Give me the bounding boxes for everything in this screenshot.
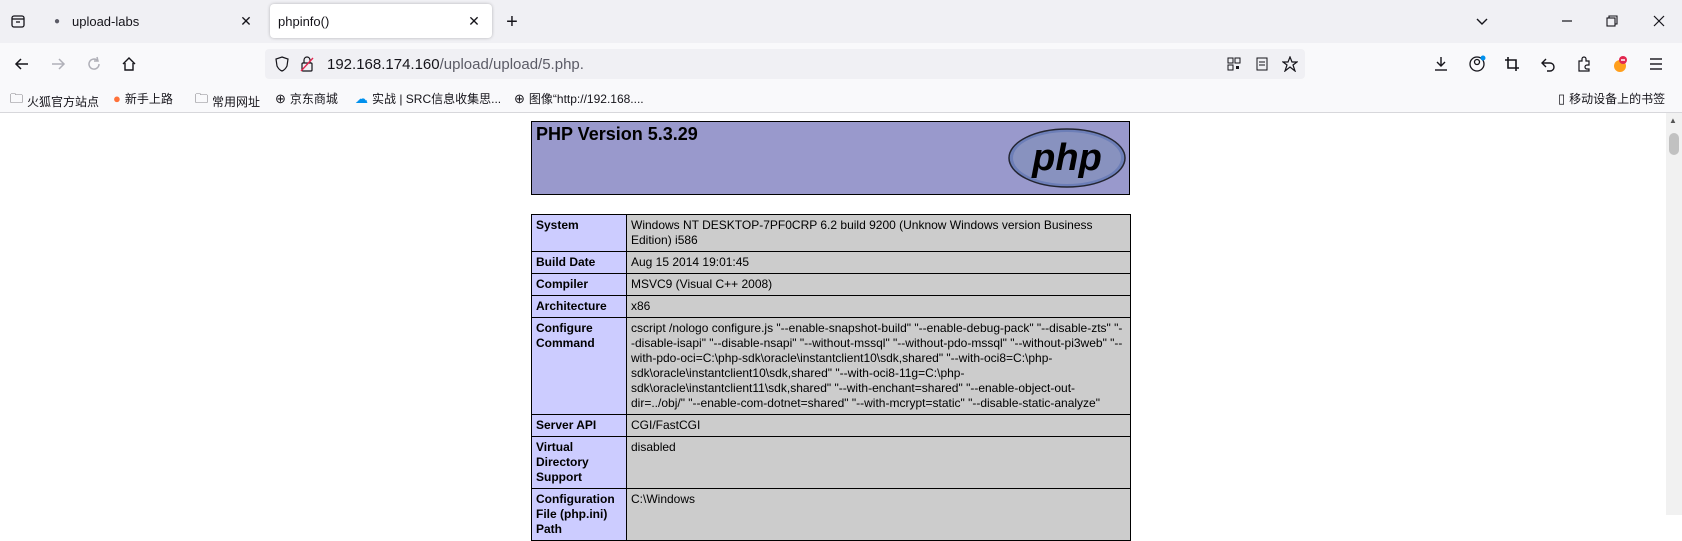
- row-key: Build Date: [531, 251, 627, 274]
- folder-icon: 🗀: [10, 91, 24, 106]
- bookmark-label: 新手上路: [124, 92, 173, 106]
- scroll-up-icon[interactable]: ▲: [1669, 116, 1677, 125]
- bookmark-label: 实战 | SRC信息收集思...: [372, 92, 502, 106]
- back-arrow-icon[interactable]: [8, 50, 36, 78]
- firefox-icon: ●: [113, 91, 121, 106]
- table-row: System Windows NT DESKTOP-7PF0CRP 6.2 bu…: [531, 214, 1131, 252]
- home-icon[interactable]: [115, 50, 143, 78]
- reader-view-icon[interactable]: [1248, 50, 1276, 78]
- close-tab-icon[interactable]: ✕: [464, 11, 484, 31]
- bookmark-item[interactable]: 🗀 火狐官方站点: [10, 90, 99, 112]
- reload-icon[interactable]: [80, 50, 108, 78]
- insecure-lock-icon[interactable]: [293, 50, 321, 78]
- bookmark-label: 火狐官方站点: [27, 94, 100, 109]
- bookmark-item[interactable]: ● 新手上路: [113, 90, 173, 107]
- row-value: cscript /nologo configure.js "--enable-s…: [626, 317, 1131, 415]
- bookmark-item[interactable]: ⊕ 图像“http://192.168....: [514, 90, 644, 107]
- minimize-icon[interactable]: [1553, 7, 1581, 35]
- row-key: Compiler: [531, 273, 627, 296]
- globe-icon: ⊕: [275, 90, 286, 106]
- menu-hamburger-icon[interactable]: [1642, 50, 1670, 78]
- row-key: Virtual Directory Support: [531, 436, 627, 489]
- tab-upload-labs[interactable]: ● upload-labs ✕: [42, 4, 264, 38]
- table-row: Architecture x86: [531, 295, 1131, 318]
- bookmark-label: 常用网址: [212, 94, 261, 109]
- bookmark-label: 图像“http://192.168....: [528, 92, 644, 106]
- table-row: Virtual Directory Support disabled: [531, 436, 1131, 489]
- row-key: Configure Command: [531, 317, 627, 415]
- php-logo[interactable]: php: [1008, 128, 1126, 188]
- row-value: MSVC9 (Visual C++ 2008): [626, 273, 1131, 296]
- account-icon[interactable]: [1463, 50, 1491, 78]
- bookmark-star-icon[interactable]: [1276, 50, 1304, 78]
- bookmark-item[interactable]: ⊕ 京东商城: [275, 90, 338, 107]
- row-value: disabled: [626, 436, 1131, 489]
- extensions-icon[interactable]: [1570, 50, 1598, 78]
- table-row: Build Date Aug 15 2014 19:01:45: [531, 251, 1131, 274]
- tab-phpinfo[interactable]: phpinfo() ✕: [270, 4, 492, 38]
- bookmark-label: 京东商城: [289, 92, 338, 106]
- row-key: Server API: [531, 414, 627, 437]
- svg-text:php: php: [1031, 137, 1102, 179]
- table-row: Compiler MSVC9 (Visual C++ 2008): [531, 273, 1131, 296]
- php-version-title: PHP Version 5.3.29: [536, 124, 698, 144]
- row-key: System: [531, 214, 627, 252]
- tab-list-icon[interactable]: [4, 7, 32, 35]
- folder-icon: 🗀: [195, 91, 209, 106]
- row-value: Aug 15 2014 19:01:45: [626, 251, 1131, 274]
- close-tab-icon[interactable]: ✕: [236, 11, 256, 31]
- url-host: 192.168.174.160: [327, 56, 440, 73]
- row-key: Architecture: [531, 295, 627, 318]
- url-text[interactable]: 192.168.174.160/upload/upload/5.php.: [327, 56, 584, 73]
- chevron-down-icon[interactable]: [1468, 7, 1496, 35]
- tab-favicon-dot-icon: ●: [54, 15, 61, 27]
- row-value: Windows NT DESKTOP-7PF0CRP 6.2 build 920…: [626, 214, 1131, 252]
- scrollbar-thumb[interactable]: [1669, 133, 1679, 155]
- forward-arrow-icon[interactable]: [44, 50, 72, 78]
- addon-badge-icon[interactable]: [1606, 50, 1634, 78]
- cloud-icon: ☁: [355, 90, 368, 106]
- globe-icon: ⊕: [514, 90, 525, 106]
- qr-code-icon[interactable]: [1220, 50, 1248, 78]
- mobile-bookmarks-label: 移动设备上的书签: [1569, 92, 1666, 106]
- downloads-icon[interactable]: [1427, 50, 1455, 78]
- shield-icon[interactable]: [268, 50, 296, 78]
- table-row: Configure Command cscript /nologo config…: [531, 317, 1131, 415]
- url-path: /upload/upload/5.php.: [439, 56, 584, 73]
- bookmark-item[interactable]: ☁ 实战 | SRC信息收集思...: [355, 90, 501, 107]
- screenshot-crop-icon[interactable]: [1498, 50, 1526, 78]
- mobile-device-icon: ▯: [1558, 90, 1566, 106]
- window-close-icon[interactable]: [1645, 7, 1673, 35]
- row-value: x86: [626, 295, 1131, 318]
- restore-icon[interactable]: [1598, 7, 1626, 35]
- table-row: Server API CGI/FastCGI: [531, 414, 1131, 437]
- tab-title: phpinfo(): [278, 13, 330, 29]
- bookmark-item[interactable]: 🗀 常用网址: [195, 90, 260, 112]
- vertical-scrollbar[interactable]: [1666, 113, 1682, 515]
- row-value: CGI/FastCGI: [626, 414, 1131, 437]
- new-tab-icon[interactable]: +: [498, 8, 526, 36]
- mobile-bookmarks[interactable]: ▯ 移动设备上的书签: [1558, 90, 1665, 107]
- undo-arrow-icon[interactable]: [1534, 50, 1562, 78]
- phpinfo-header: PHP Version 5.3.29 php: [531, 121, 1130, 195]
- phpinfo-table: System Windows NT DESKTOP-7PF0CRP 6.2 bu…: [531, 214, 1131, 541]
- tab-title: upload-labs: [72, 13, 140, 29]
